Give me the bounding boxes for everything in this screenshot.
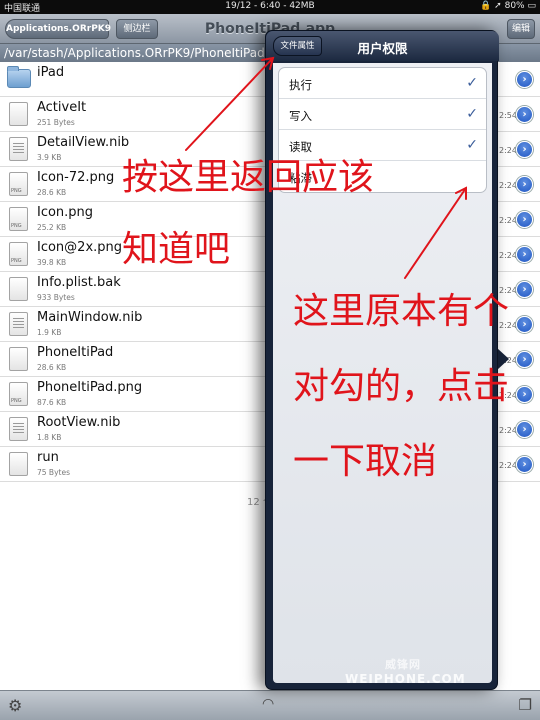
disclosure-arrow-icon[interactable]: › (516, 281, 533, 298)
file-size: 28.6 KB (37, 363, 67, 372)
permission-label: 写入 (289, 109, 312, 123)
permission-row[interactable]: 粘滞 (279, 161, 486, 192)
file-name: Icon@2x.png (37, 240, 123, 255)
file-icon (9, 102, 28, 126)
file-time: 2:24 (499, 321, 517, 330)
location-icon: ➚ (494, 1, 502, 11)
file-name: Icon-72.png (37, 170, 115, 185)
disclosure-arrow-icon[interactable]: › (516, 456, 533, 473)
png-file-icon (9, 242, 28, 266)
permission-row[interactable]: 读取 ✓ (279, 130, 486, 161)
battery-percent: 80% (504, 1, 525, 11)
disclosure-arrow-icon[interactable]: › (516, 421, 533, 438)
watermark-logo: 威锋网 WEIPHONE.COM (345, 656, 466, 686)
file-time: 2:54 (499, 111, 517, 120)
permission-label: 读取 (289, 140, 312, 154)
nib-file-icon (9, 137, 28, 161)
permission-label: 执行 (289, 78, 312, 92)
file-name: run (37, 450, 59, 465)
popover-header: 文件属性 用户权限 (266, 31, 499, 61)
file-name: Info.plist.bak (37, 275, 121, 290)
back-button[interactable]: Applications.ORrPK9 (5, 19, 111, 39)
disclosure-arrow-icon[interactable]: › (516, 351, 533, 368)
checkmark-icon: ✓ (466, 137, 478, 153)
file-size: 1.8 KB (37, 433, 62, 442)
file-icon (9, 277, 28, 301)
disclosure-arrow-icon[interactable]: › (516, 386, 533, 403)
folder-icon (7, 66, 31, 88)
edit-button[interactable]: 编辑 (507, 19, 535, 39)
disclosure-arrow-icon[interactable]: › (516, 71, 533, 88)
file-time: 2:24 (499, 286, 517, 295)
file-size: 933 Bytes (37, 293, 75, 302)
windows-icon[interactable]: ❐ (519, 696, 532, 714)
file-time: 2:24 (499, 216, 517, 225)
popover-title: 用户权限 (357, 41, 408, 56)
disclosure-arrow-icon[interactable]: › (516, 316, 533, 333)
file-name: RootView.nib (37, 415, 121, 430)
popover-back-button[interactable]: 文件属性 (273, 36, 322, 56)
status-bar: 中国联通 19/12 - 6:40 - 42MB 🔒 ➚ 80% ▭ (0, 0, 540, 14)
permission-row[interactable]: 执行 ✓ (279, 68, 486, 99)
file-time: 2:24 (499, 461, 517, 470)
permission-label: 粘滞 (289, 171, 312, 185)
status-time: 19/12 - 6:40 - 42MB (225, 1, 315, 11)
lock-icon: 🔒 (480, 1, 492, 11)
bottom-toolbar: ⚙ ◠ ❐ (0, 690, 540, 720)
wifi-icon[interactable]: ◠ (262, 696, 274, 712)
png-file-icon (9, 382, 28, 406)
disclosure-arrow-icon[interactable]: › (516, 106, 533, 123)
file-size: 25.2 KB (37, 223, 67, 232)
sidebar-button[interactable]: 侧边栏 (116, 19, 158, 39)
file-name: PhoneItiPad (37, 345, 114, 360)
file-icon (9, 452, 28, 476)
gear-icon[interactable]: ⚙ (8, 696, 22, 715)
file-time: 2:24 (499, 181, 517, 190)
permission-row[interactable]: 写入 ✓ (279, 99, 486, 130)
disclosure-arrow-icon[interactable]: › (516, 141, 533, 158)
file-time: 2:24 (499, 251, 517, 260)
file-name: iPad (37, 65, 65, 80)
file-name: PhoneItiPad.png (37, 380, 143, 395)
permissions-popover: 文件属性 用户权限 执行 ✓ 写入 ✓ 读取 ✓ 粘滞 (265, 30, 499, 690)
file-size: 3.9 KB (37, 153, 62, 162)
disclosure-arrow-icon[interactable]: › (516, 246, 533, 263)
permission-list: 执行 ✓ 写入 ✓ 读取 ✓ 粘滞 (278, 67, 487, 193)
nib-file-icon (9, 417, 28, 441)
file-name: ActiveIt (37, 100, 87, 115)
file-icon (9, 347, 28, 371)
watermark-text: WEIPHONE.COM (345, 672, 466, 686)
png-file-icon (9, 172, 28, 196)
file-size: 87.6 KB (37, 398, 67, 407)
popover-body: 执行 ✓ 写入 ✓ 读取 ✓ 粘滞 (273, 63, 492, 683)
disclosure-arrow-icon[interactable]: › (516, 176, 533, 193)
file-name: MainWindow.nib (37, 310, 143, 325)
disclosure-arrow-icon[interactable]: › (516, 211, 533, 228)
png-file-icon (9, 207, 28, 231)
file-size: 1.9 KB (37, 328, 62, 337)
checkmark-icon: ✓ (466, 106, 478, 122)
file-size: 39.8 KB (37, 258, 67, 267)
nib-file-icon (9, 312, 28, 336)
battery-icon: ▭ (527, 1, 536, 11)
file-size: 28.6 KB (37, 188, 67, 197)
file-name: DetailView.nib (37, 135, 130, 150)
file-size: 75 Bytes (37, 468, 70, 477)
file-size: 251 Bytes (37, 118, 75, 127)
file-name: Icon.png (37, 205, 94, 220)
watermark-cn: 威锋网 (385, 658, 421, 671)
checkmark-icon: ✓ (466, 75, 478, 91)
popover-arrow (497, 348, 509, 370)
file-time: 2:24 (499, 391, 517, 400)
status-right: 🔒 ➚ 80% ▭ (480, 1, 536, 11)
file-time: 2:24 (499, 146, 517, 155)
file-time: 2:24 (499, 426, 517, 435)
